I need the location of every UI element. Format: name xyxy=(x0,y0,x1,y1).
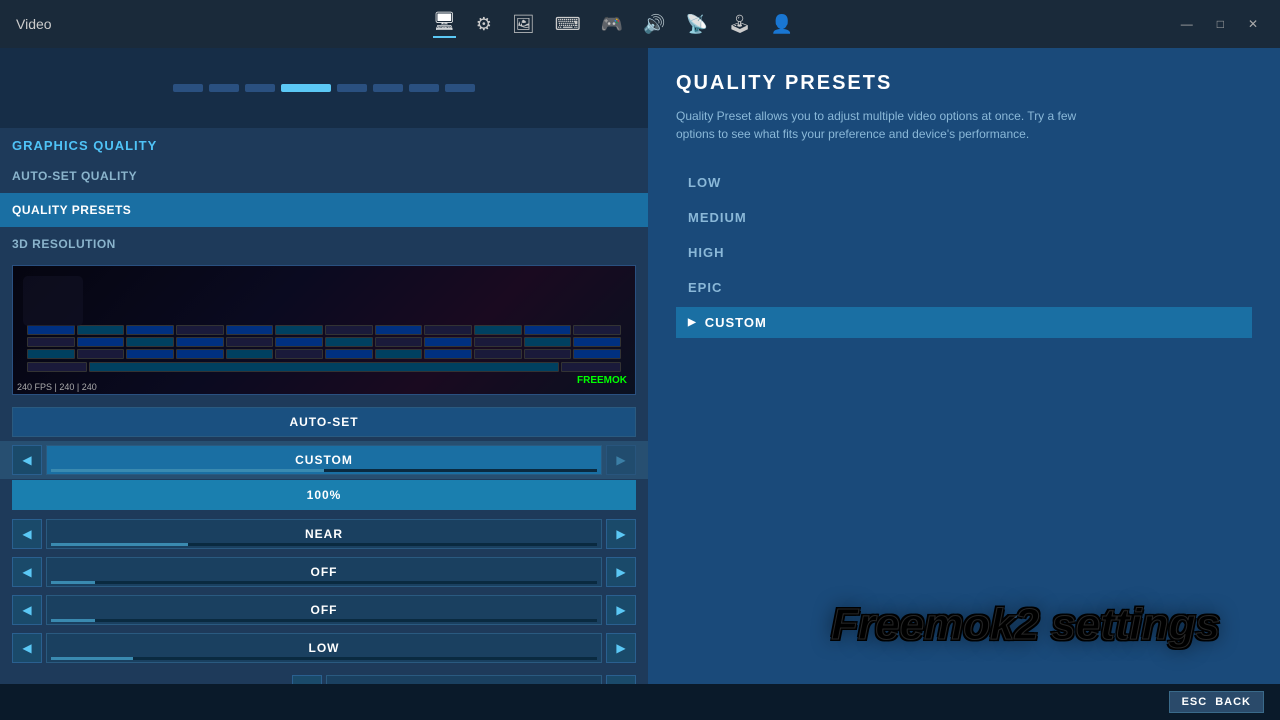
right-panel: QUALITY PRESETS Quality Preset allows yo… xyxy=(648,48,1280,720)
custom-value-box: CUSTOM xyxy=(46,445,602,475)
window-title: Video xyxy=(16,16,52,32)
shadows-value-box: OFF xyxy=(46,557,602,587)
dot-4 xyxy=(281,84,331,92)
preset-list: LOW MEDIUM HIGH EPIC CUSTOM xyxy=(676,167,1252,338)
autoset-control: AUTO-SET xyxy=(12,407,636,437)
dot-1 xyxy=(173,84,203,92)
dot-7 xyxy=(409,84,439,92)
preview-bar xyxy=(0,48,648,128)
dot-5 xyxy=(337,84,367,92)
anti-aliasing-control: ◀ OFF ▶ xyxy=(12,595,636,625)
minimize-button[interactable]: — xyxy=(1175,15,1199,33)
bottom-bar: ESC BACK xyxy=(0,684,1280,720)
setting-row-anti-aliasing: ◀ OFF ▶ xyxy=(0,591,648,629)
preset-item-custom[interactable]: CUSTOM xyxy=(676,307,1252,338)
quality-presets-title: QUALITY PRESETS xyxy=(676,72,1252,95)
custom-next-button[interactable]: ▶ xyxy=(606,445,636,475)
volume-icon[interactable]: 🔊 xyxy=(643,14,665,35)
anti-aliasing-bar xyxy=(51,619,597,622)
autoset-value-box: AUTO-SET xyxy=(12,407,636,437)
view-distance-prev-button[interactable]: ◀ xyxy=(12,519,42,549)
3d-resolution-value-box: 100% xyxy=(12,480,636,510)
view-distance-bar-fill xyxy=(51,543,188,546)
textures-control: ◀ LOW ▶ xyxy=(12,633,636,663)
dot-8 xyxy=(445,84,475,92)
custom-value: CUSTOM xyxy=(295,453,353,467)
setting-row-view-distance: ◀ NEAR ▶ xyxy=(0,515,648,553)
preview-image: FREEMOK 240 FPS | 240 | 240 xyxy=(12,265,636,395)
custom-bar xyxy=(51,469,597,472)
preset-item-medium[interactable]: MEDIUM xyxy=(676,202,1252,233)
esc-label: ESC xyxy=(1182,696,1208,708)
shadows-value: OFF xyxy=(311,565,338,579)
back-label: BACK xyxy=(1215,696,1251,708)
textures-value-box: LOW xyxy=(46,633,602,663)
shadows-bar xyxy=(51,581,597,584)
textures-next-button[interactable]: ▶ xyxy=(606,633,636,663)
nav-icons: 🖥 ⚙ 🖼 ⌨ 🎮 🔊 📡 🕹 👤 xyxy=(52,11,1175,38)
textures-bar-fill xyxy=(51,657,133,660)
shadows-control: ◀ OFF ▶ xyxy=(12,557,636,587)
preset-item-high[interactable]: HIGH xyxy=(676,237,1252,268)
back-button[interactable]: ESC BACK xyxy=(1169,691,1264,713)
sidebar-item-quality-presets[interactable]: QUALITY PRESETS xyxy=(0,193,648,227)
preview-watermark: FREEMOK xyxy=(577,375,627,386)
textures-prev-button[interactable]: ◀ xyxy=(12,633,42,663)
preset-item-low[interactable]: LOW xyxy=(676,167,1252,198)
view-distance-bar xyxy=(51,543,597,546)
autoset-value: AUTO-SET xyxy=(289,415,358,429)
view-distance-next-button[interactable]: ▶ xyxy=(606,519,636,549)
keyboard-icon[interactable]: ⌨ xyxy=(555,14,581,35)
left-panel: GRAPHICS QUALITY AUTO-SET QUALITY QUALIT… xyxy=(0,48,648,720)
settings-icon[interactable]: ⚙ xyxy=(476,14,492,35)
network-icon[interactable]: 📡 xyxy=(686,14,708,35)
setting-row-custom: ◀ CUSTOM ▶ xyxy=(0,441,648,479)
setting-row-3d-res: 100% xyxy=(0,479,648,515)
custom-control: ◀ CUSTOM ▶ xyxy=(12,445,636,475)
shadows-prev-button[interactable]: ◀ xyxy=(12,557,42,587)
user-icon[interactable]: 👤 xyxy=(771,14,793,35)
watermark-container: Freemok2 settings xyxy=(831,600,1220,650)
custom-bar-fill xyxy=(51,469,324,472)
title-bar: Video 🖥 ⚙ 🖼 ⌨ 🎮 🔊 📡 🕹 👤 — □ ✕ xyxy=(0,0,1280,48)
settings-section: AUTO-SET ◀ CUSTOM ▶ xyxy=(0,399,648,671)
textures-bar xyxy=(51,657,597,660)
title-bar-left: Video xyxy=(16,16,52,32)
anti-aliasing-value: OFF xyxy=(311,603,338,617)
display2-icon[interactable]: 🖼 xyxy=(512,14,535,35)
quality-presets-description: Quality Preset allows you to adjust mult… xyxy=(676,107,1096,143)
textures-value: LOW xyxy=(309,641,340,655)
preset-item-epic[interactable]: EPIC xyxy=(676,272,1252,303)
custom-prev-button[interactable]: ◀ xyxy=(12,445,42,475)
setting-row-autoset: AUTO-SET xyxy=(0,403,648,441)
shadows-bar-fill xyxy=(51,581,95,584)
preview-dots xyxy=(173,84,475,92)
graphics-quality-header: GRAPHICS QUALITY xyxy=(0,128,648,159)
watermark-text: Freemok2 settings xyxy=(831,600,1220,649)
view-distance-value-box: NEAR xyxy=(46,519,602,549)
anti-aliasing-bar-fill xyxy=(51,619,95,622)
dot-6 xyxy=(373,84,403,92)
main-content: GRAPHICS QUALITY AUTO-SET QUALITY QUALIT… xyxy=(0,48,1280,720)
dot-3 xyxy=(245,84,275,92)
anti-aliasing-next-button[interactable]: ▶ xyxy=(606,595,636,625)
sidebar-item-3d-resolution[interactable]: 3D RESOLUTION xyxy=(0,227,648,261)
setting-row-shadows: ◀ OFF ▶ xyxy=(0,553,648,591)
view-distance-value: NEAR xyxy=(305,527,343,541)
view-distance-control: ◀ NEAR ▶ xyxy=(12,519,636,549)
3d-resolution-value: 100% xyxy=(307,488,342,502)
display-icon[interactable]: 🖥 xyxy=(433,11,456,38)
anti-aliasing-value-box: OFF xyxy=(46,595,602,625)
controller-icon[interactable]: 🎮 xyxy=(601,14,623,35)
sidebar-item-auto-set-quality[interactable]: AUTO-SET QUALITY xyxy=(0,159,648,193)
maximize-button[interactable]: □ xyxy=(1211,15,1230,33)
anti-aliasing-prev-button[interactable]: ◀ xyxy=(12,595,42,625)
window-controls: — □ ✕ xyxy=(1175,15,1264,33)
gamepad-icon[interactable]: 🕹 xyxy=(728,14,751,35)
preview-fps: 240 FPS | 240 | 240 xyxy=(17,382,97,392)
setting-row-textures: ◀ LOW ▶ xyxy=(0,629,648,667)
shadows-next-button[interactable]: ▶ xyxy=(606,557,636,587)
dot-2 xyxy=(209,84,239,92)
close-button[interactable]: ✕ xyxy=(1242,15,1264,33)
